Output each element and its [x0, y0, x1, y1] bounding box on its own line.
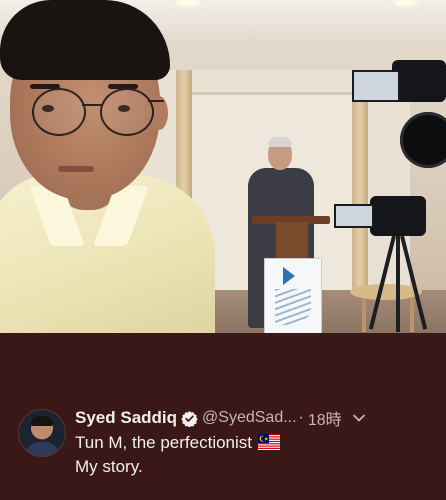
- user-handle[interactable]: @SyedSad...: [202, 409, 297, 427]
- tweet-media-photo[interactable]: [0, 0, 446, 333]
- tripod-leg: [396, 236, 400, 332]
- wall-pillar: [352, 70, 368, 300]
- camera-upper: [392, 60, 446, 102]
- verified-badge-icon: [181, 410, 198, 427]
- mouth: [58, 166, 94, 172]
- podium-sign: [264, 258, 322, 333]
- stool-leg: [362, 298, 366, 332]
- podium: [276, 222, 308, 260]
- camera-upper-screen: [352, 70, 400, 102]
- glasses-arm: [148, 100, 164, 102]
- sign-graphic: [275, 289, 311, 325]
- stool-leg: [410, 298, 414, 332]
- ceiling-light: [394, 0, 418, 6]
- camera-lower: [370, 196, 426, 236]
- chevron-down-icon[interactable]: [352, 411, 366, 425]
- avatar-hair: [31, 416, 53, 426]
- glasses-lens: [100, 88, 154, 136]
- speaker-hair: [268, 137, 292, 147]
- tweet-text-line: Tun M, the perfectionist: [75, 432, 425, 456]
- avatar[interactable]: [18, 409, 66, 457]
- sign-logo-icon: [283, 267, 295, 285]
- display-name[interactable]: Syed Saddiq: [75, 408, 177, 428]
- tweet-page: Syed Saddiq @SyedSad... · 18時 Tun M, the…: [0, 0, 446, 500]
- tweet-text: Tun M, the perfectionist My story.: [75, 432, 425, 478]
- camera-lower-screen: [334, 204, 374, 228]
- ceiling-light: [176, 0, 200, 6]
- glasses-bridge: [82, 104, 102, 106]
- tweet-text-line-2: My story.: [75, 457, 143, 476]
- glasses-lens: [32, 88, 86, 136]
- tweet-timestamp[interactable]: 18時: [308, 406, 342, 430]
- avatar-shirt: [25, 442, 59, 456]
- malaysia-flag-icon: [258, 434, 281, 456]
- tweet-card: Syed Saddiq @SyedSad... · 18時 Tun M, the…: [0, 333, 446, 500]
- tweet-header: Syed Saddiq @SyedSad... · 18時: [75, 407, 435, 429]
- tweet-text-line-1: Tun M, the perfectionist: [75, 433, 253, 452]
- separator-dot: ·: [298, 409, 304, 426]
